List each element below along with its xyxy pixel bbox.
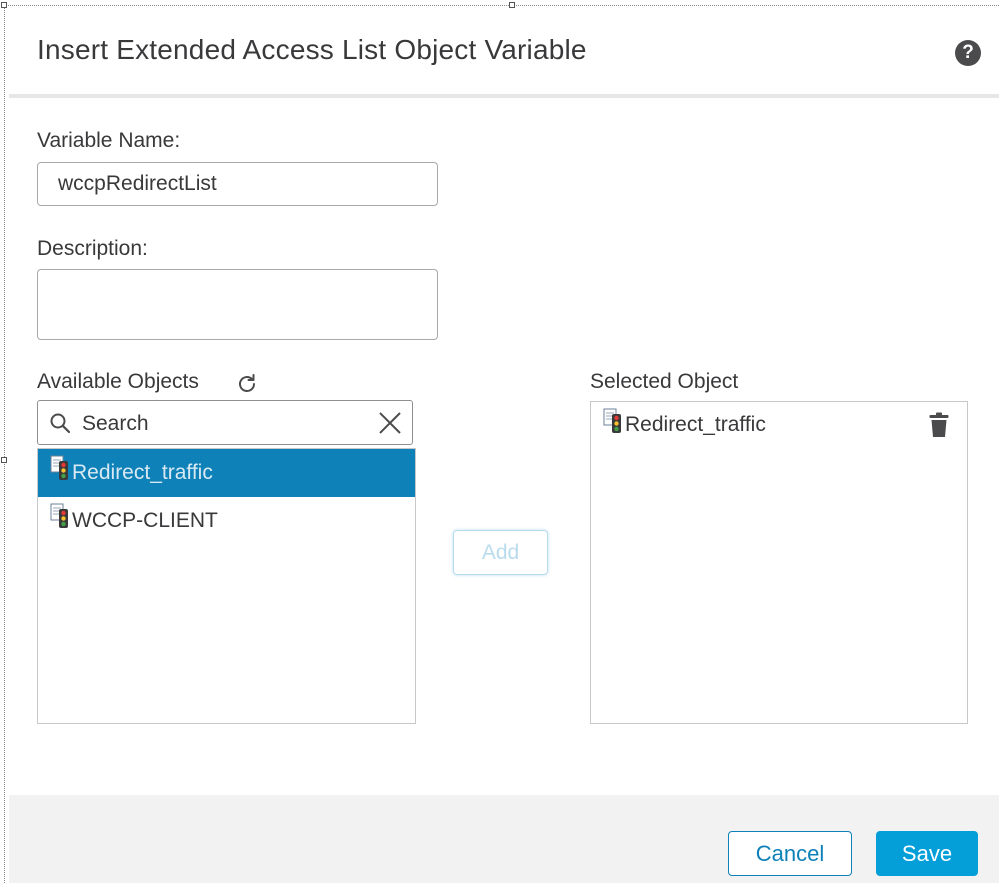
save-button[interactable]: Save <box>876 831 978 876</box>
traffic-light-icon <box>50 503 68 528</box>
available-objects-list[interactable]: Redirect_traffic WCCP-CLIENT <box>37 448 416 724</box>
resize-handle[interactable] <box>1 457 7 463</box>
search-box <box>37 400 413 445</box>
dialog-header: Insert Extended Access List Object Varia… <box>9 12 999 98</box>
resize-handle[interactable] <box>509 2 515 8</box>
resize-handle[interactable] <box>1 2 7 8</box>
variable-name-input[interactable] <box>37 162 438 206</box>
search-icon <box>50 413 71 434</box>
refresh-icon[interactable] <box>235 372 259 396</box>
selection-frame-left <box>4 5 5 883</box>
traffic-light-icon <box>603 408 621 433</box>
trash-icon[interactable] <box>929 412 949 438</box>
add-button[interactable]: Add <box>453 530 548 575</box>
list-item[interactable]: Redirect_traffic <box>38 449 415 497</box>
dialog-footer: Cancel Save <box>9 795 999 883</box>
search-input[interactable] <box>80 405 364 442</box>
selected-object-list[interactable]: Redirect_traffic <box>590 401 968 724</box>
list-item[interactable]: WCCP-CLIENT <box>38 497 415 545</box>
selection-frame-top <box>4 5 999 6</box>
selected-object-label: Selected Object <box>590 370 739 393</box>
close-icon[interactable] <box>377 410 403 436</box>
description-input[interactable] <box>37 269 438 340</box>
list-item[interactable]: Redirect_traffic <box>591 402 967 450</box>
cancel-button[interactable]: Cancel <box>728 831 852 876</box>
variable-name-label: Variable Name: <box>37 129 181 152</box>
traffic-light-icon <box>50 455 68 480</box>
dialog-title: Insert Extended Access List Object Varia… <box>37 34 587 65</box>
list-item-label: Redirect_traffic <box>72 461 213 484</box>
description-label: Description: <box>37 237 148 260</box>
insert-variable-dialog: Insert Extended Access List Object Varia… <box>9 12 999 883</box>
available-objects-label: Available Objects <box>37 370 199 393</box>
list-item-label: Redirect_traffic <box>625 413 766 436</box>
list-item-label: WCCP-CLIENT <box>72 509 218 532</box>
question-circle-icon[interactable]: ? <box>955 40 981 66</box>
